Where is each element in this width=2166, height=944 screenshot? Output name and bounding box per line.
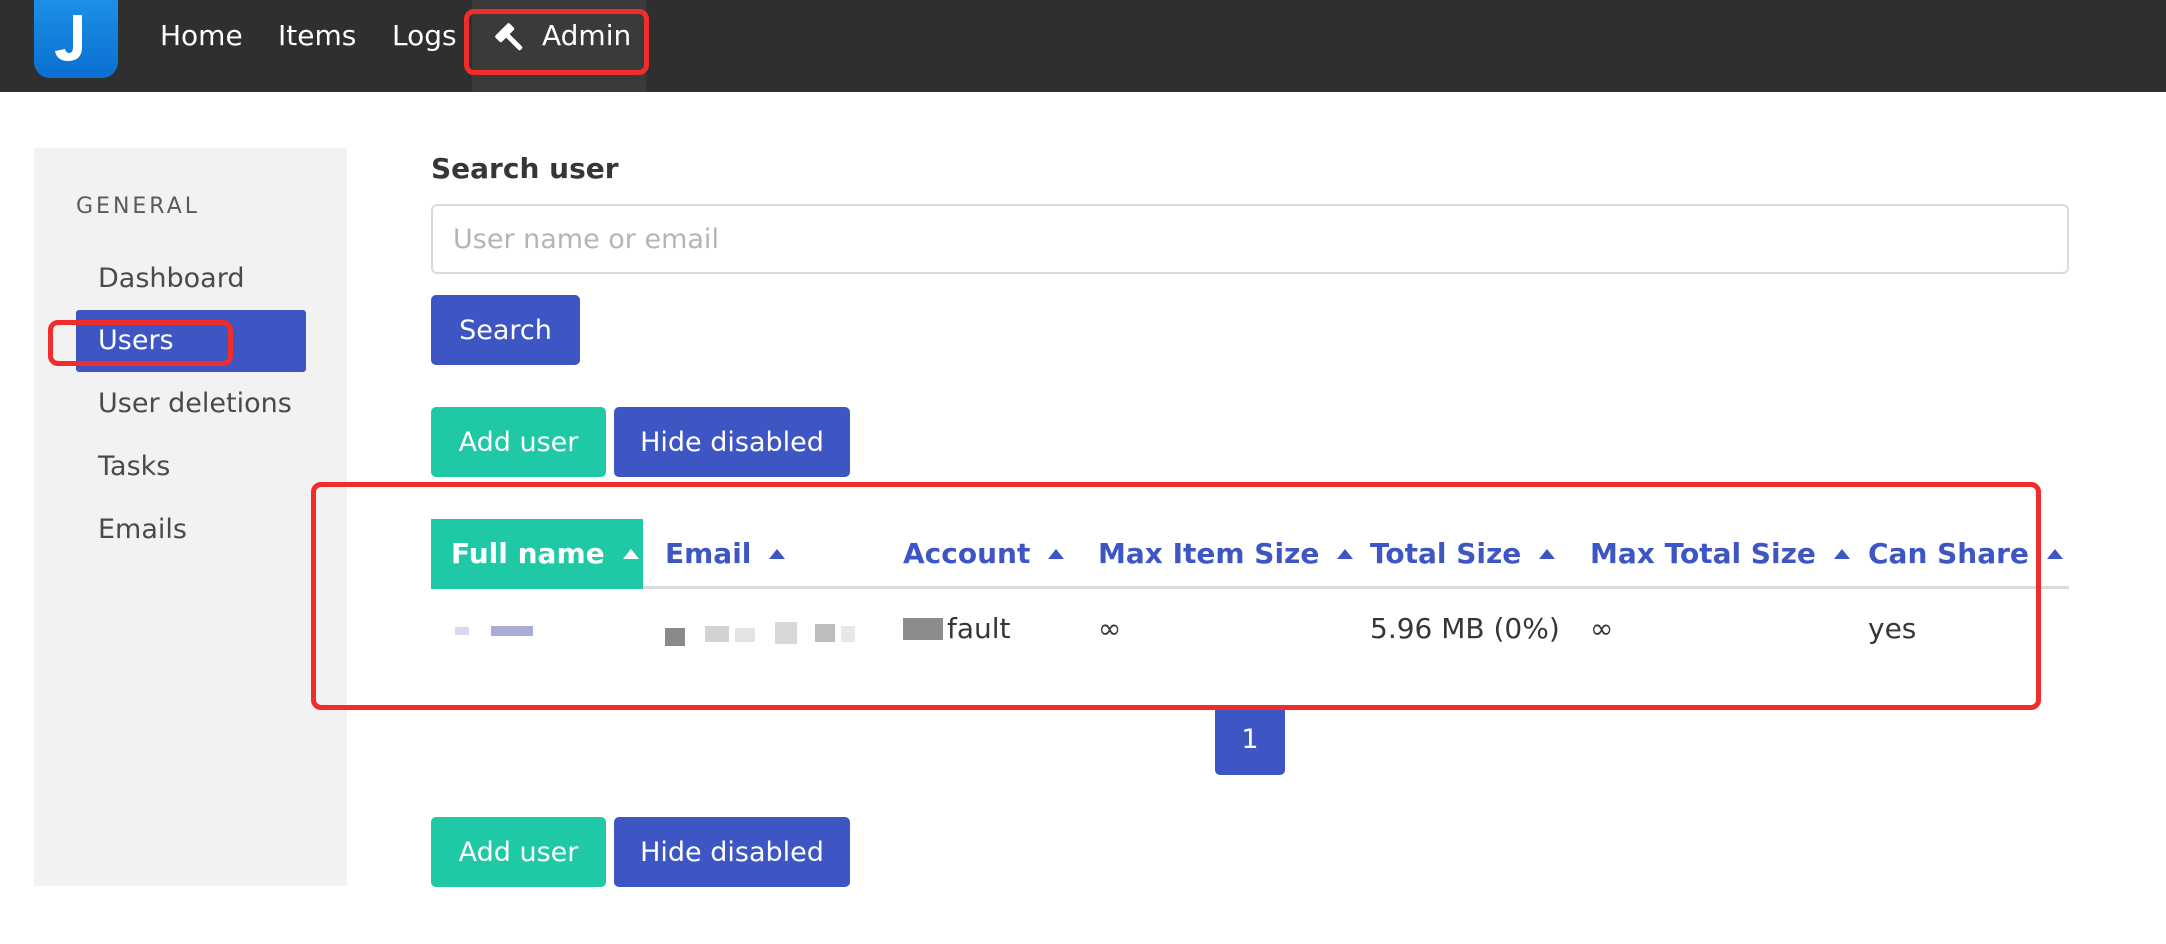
column-label: Email (665, 537, 752, 570)
sort-up-icon (1833, 549, 1850, 559)
column-label: Can Share (1868, 537, 2029, 570)
top-navbar: Home Items Logs Admin (0, 0, 2166, 92)
column-header-can-share[interactable]: Can Share (1868, 519, 2063, 589)
search-input[interactable] (431, 204, 2069, 274)
cell-max-item-size: ∞ (1098, 612, 1122, 645)
column-label: Max Item Size (1098, 537, 1320, 570)
column-label: Total Size (1370, 537, 1522, 570)
sort-up-icon (622, 549, 639, 559)
nav-items-link[interactable]: Items (278, 18, 356, 54)
cell-account: fault (903, 592, 1063, 666)
column-header-account[interactable]: Account (903, 519, 1065, 589)
column-header-total-size[interactable]: Total Size (1370, 519, 1556, 589)
column-label: Account (903, 537, 1031, 570)
sidebar-item-dashboard[interactable]: Dashboard (76, 248, 306, 310)
sort-up-icon (1539, 549, 1556, 559)
sort-up-icon (1337, 549, 1354, 559)
cell-total-size: 5.96 MB (0%) (1370, 612, 1560, 645)
column-header-email[interactable]: Email (665, 519, 786, 589)
nav-admin-label: Admin (542, 19, 632, 52)
nav-home-link[interactable]: Home (160, 18, 243, 54)
table-row: fault ∞ 5.96 MB (0%) ∞ yes (431, 592, 2069, 666)
nav-logs-link[interactable]: Logs (392, 18, 457, 54)
hide-disabled-button-bottom[interactable]: Hide disabled (614, 817, 850, 887)
cell-max-total-size: ∞ (1590, 612, 1614, 645)
pagination-page-1[interactable]: 1 (1215, 705, 1285, 775)
admin-sidebar: GENERAL Dashboard Users User deletions T… (34, 148, 347, 886)
column-label: Max Total Size (1590, 537, 1816, 570)
sidebar-item-users[interactable]: Users (76, 310, 306, 372)
cell-full-name[interactable] (455, 592, 615, 666)
hide-disabled-button[interactable]: Hide disabled (614, 407, 850, 477)
cell-can-share: yes (1868, 612, 1917, 645)
column-header-max-total-size[interactable]: Max Total Size (1590, 519, 1850, 589)
nav-admin-link[interactable]: Admin (472, 0, 646, 92)
users-table-header: Full name Email Account Max Item Size To… (431, 519, 2069, 589)
sort-up-icon (1048, 549, 1065, 559)
column-header-full-name[interactable]: Full name (431, 519, 643, 589)
sidebar-item-user-deletions[interactable]: User deletions (76, 373, 306, 435)
sidebar-section-label: GENERAL (76, 194, 201, 219)
cell-email[interactable] (665, 592, 865, 666)
jirafeau-logo-icon[interactable] (34, 0, 118, 78)
sidebar-item-tasks[interactable]: Tasks (76, 436, 306, 498)
sort-up-icon (769, 549, 786, 559)
sort-up-icon (2046, 549, 2063, 559)
add-user-button[interactable]: Add user (431, 407, 606, 477)
column-label: Full name (451, 537, 605, 570)
column-header-max-item-size[interactable]: Max Item Size (1098, 519, 1354, 589)
search-user-label: Search user (431, 152, 619, 185)
sidebar-item-emails[interactable]: Emails (76, 499, 306, 561)
hammer-icon (492, 20, 528, 60)
add-user-button-bottom[interactable]: Add user (431, 817, 606, 887)
account-value: fault (947, 612, 1011, 645)
search-button[interactable]: Search (431, 295, 580, 365)
